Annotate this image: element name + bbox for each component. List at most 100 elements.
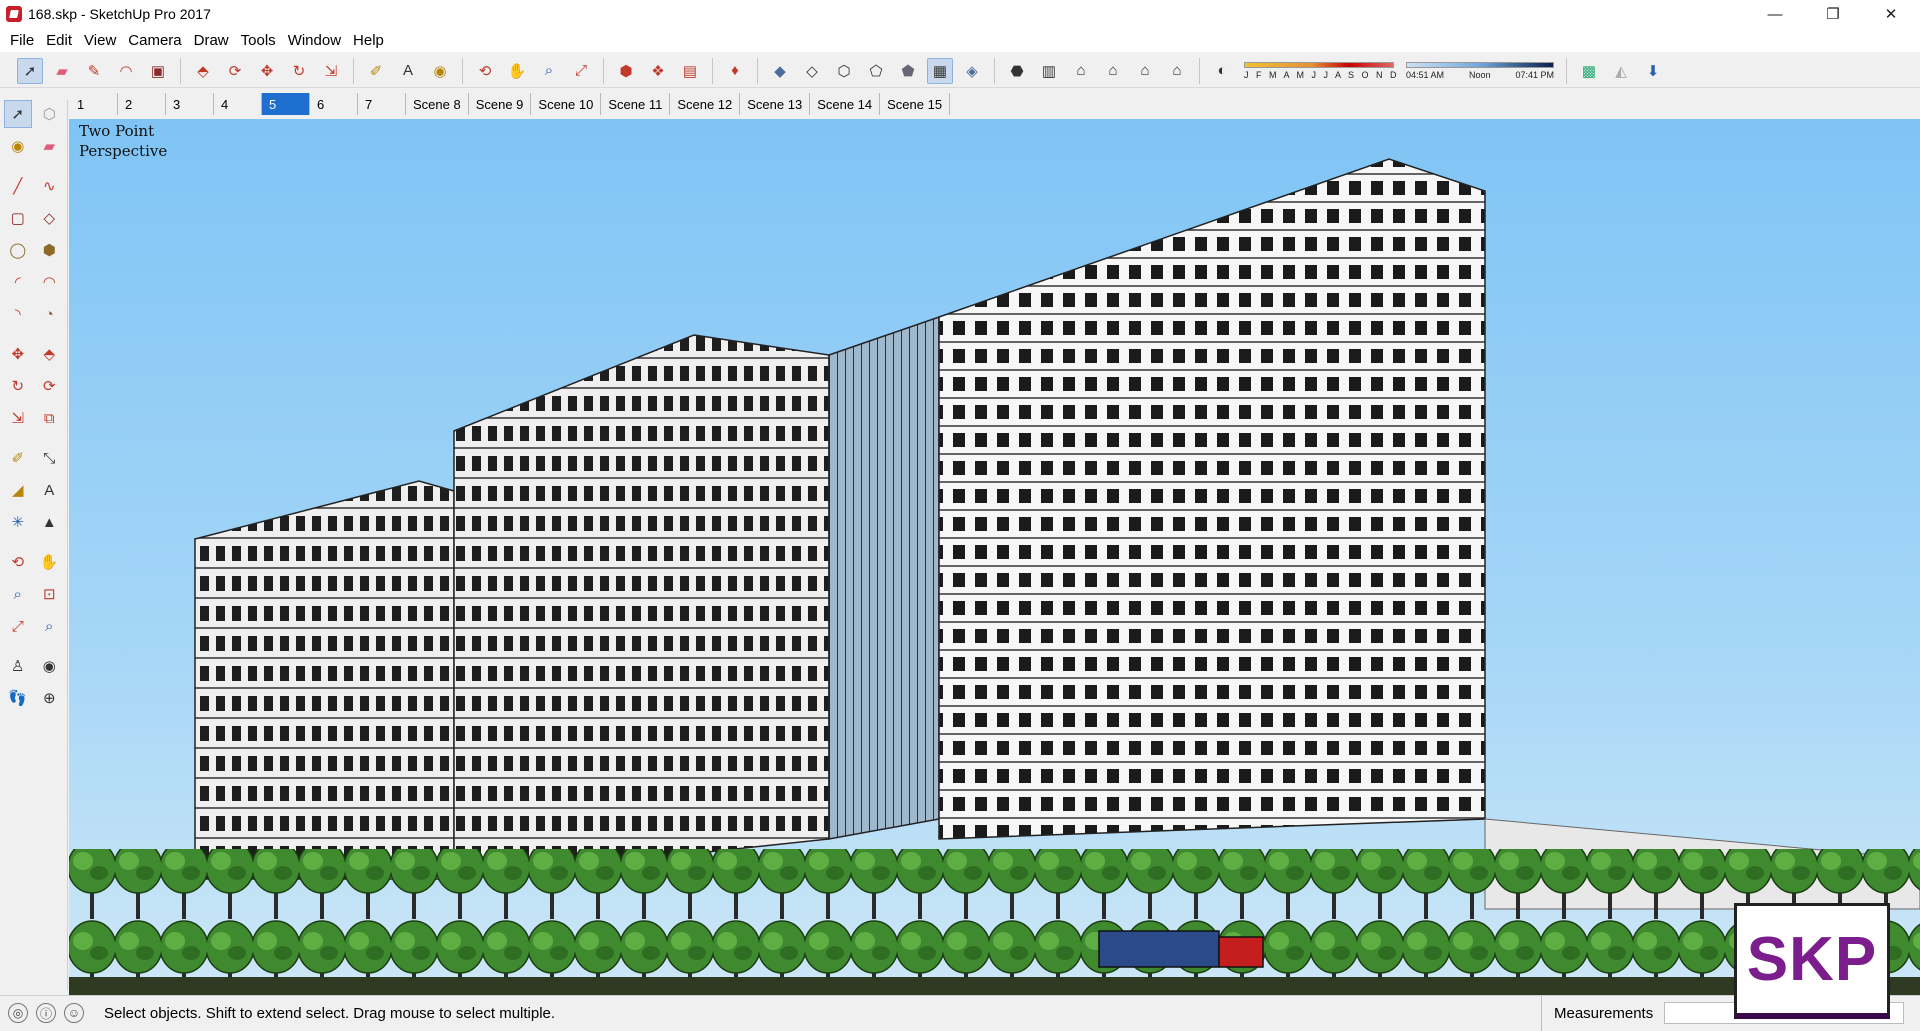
monochrome-style-icon[interactable]: ◈ xyxy=(959,58,985,84)
extension-warehouse-icon[interactable]: ▤ xyxy=(677,58,703,84)
select-tool-icon[interactable]: ➚ xyxy=(17,57,43,84)
axes-tool-icon[interactable]: ✳ xyxy=(4,508,32,536)
toggle-terrain-icon[interactable]: ◭ xyxy=(1608,58,1634,84)
pan-icon[interactable]: ✋ xyxy=(36,548,64,576)
geo-location-icon[interactable]: ◎ xyxy=(8,1003,28,1023)
scene-tab[interactable]: 3 xyxy=(166,93,214,115)
two-point-arc-icon[interactable]: ◠ xyxy=(36,268,64,296)
scene-tab[interactable]: 4 xyxy=(214,93,262,115)
arc-tool-icon[interactable]: ◠ xyxy=(113,58,139,84)
top-view-icon[interactable]: ▥ xyxy=(1036,58,1062,84)
wireframe-style-icon[interactable]: ⬡ xyxy=(831,58,857,84)
menu-tools[interactable]: Tools xyxy=(235,32,282,49)
back-edges-style-icon[interactable]: ◇ xyxy=(799,58,825,84)
user-account-icon[interactable]: ☺ xyxy=(64,1003,84,1023)
close-button[interactable]: ✕ xyxy=(1862,0,1920,28)
follow-me-icon[interactable]: ⟳ xyxy=(36,372,64,400)
protractor-icon[interactable]: ◢ xyxy=(4,476,32,504)
scene-tab-active[interactable]: 5 xyxy=(262,93,310,115)
arc-tool-icon[interactable]: ◜ xyxy=(4,268,32,296)
orbit-icon[interactable]: ⟲ xyxy=(472,58,498,84)
dimension-tool-icon[interactable]: ⤡ xyxy=(36,444,64,472)
pan-icon[interactable]: ✋ xyxy=(504,58,530,84)
shadow-time-slider[interactable]: 04:51 AM Noon 07:41 PM xyxy=(1406,61,1554,80)
menu-window[interactable]: Window xyxy=(282,32,347,49)
text-tool-icon[interactable]: A xyxy=(395,58,421,84)
move-tool-icon[interactable]: ✥ xyxy=(254,58,280,84)
front-view-icon[interactable]: ⌂ xyxy=(1068,58,1094,84)
circle-tool-icon[interactable]: ◯ xyxy=(4,236,32,264)
month-slider-track[interactable] xyxy=(1244,61,1394,68)
minimize-button[interactable]: — xyxy=(1746,0,1804,28)
orbit-icon[interactable]: ⟲ xyxy=(4,548,32,576)
scene-tab[interactable]: 6 xyxy=(310,93,358,115)
scene-tab[interactable]: Scene 9 xyxy=(469,93,532,115)
rotate-tool-icon[interactable]: ↻ xyxy=(4,372,32,400)
time-slider-track[interactable] xyxy=(1406,61,1554,68)
credits-icon[interactable]: ⓘ xyxy=(36,1003,56,1023)
iso-view-icon[interactable]: ⬣ xyxy=(1004,58,1030,84)
scene-tab[interactable]: Scene 8 xyxy=(406,93,469,115)
eraser-tool-icon[interactable]: ▰ xyxy=(36,132,64,160)
shaded-style-icon[interactable]: ⬟ xyxy=(895,58,921,84)
previous-view-icon[interactable]: ⌕ xyxy=(36,612,64,640)
select-tool-icon[interactable]: ➚ xyxy=(4,100,32,128)
zoom-icon[interactable]: ⌕ xyxy=(4,580,32,608)
section-plane-icon[interactable]: ⊕ xyxy=(36,684,64,712)
model-viewport[interactable]: Two Point Perspective xyxy=(69,119,1920,995)
menu-help[interactable]: Help xyxy=(347,32,390,49)
scale-tool-icon[interactable]: ⇲ xyxy=(318,58,344,84)
hidden-line-style-icon[interactable]: ⬠ xyxy=(863,58,889,84)
left-view-icon[interactable]: ⌂ xyxy=(1164,58,1190,84)
scene-tab[interactable]: Scene 12 xyxy=(670,93,741,115)
add-location-icon[interactable]: ▩ xyxy=(1576,58,1602,84)
follow-me-icon[interactable]: ⟳ xyxy=(222,58,248,84)
scene-tab[interactable]: Scene 10 xyxy=(531,93,602,115)
scene-tab[interactable]: Scene 15 xyxy=(880,93,951,115)
eraser-tool-icon[interactable]: ▰ xyxy=(49,58,75,84)
back-view-icon[interactable]: ⌂ xyxy=(1132,58,1158,84)
xray-style-icon[interactable]: ◆ xyxy=(767,58,793,84)
pencil-tool-icon[interactable]: ✎ xyxy=(81,58,107,84)
three-point-arc-icon[interactable]: ◝ xyxy=(4,300,32,328)
menu-camera[interactable]: Camera xyxy=(122,32,187,49)
scene-tab[interactable]: Scene 11 xyxy=(601,93,671,115)
warehouse-icon[interactable]: ⬢ xyxy=(613,58,639,84)
menu-view[interactable]: View xyxy=(78,32,122,49)
components-icon[interactable]: ❖ xyxy=(645,58,671,84)
zoom-icon[interactable]: ⌕ xyxy=(536,58,562,84)
right-view-icon[interactable]: ⌂ xyxy=(1100,58,1126,84)
freehand-tool-icon[interactable]: ∿ xyxy=(36,172,64,200)
polygon-tool-icon[interactable]: ⬢ xyxy=(36,236,64,264)
zoom-window-icon[interactable]: ⊡ xyxy=(36,580,64,608)
rectangle-tool-icon[interactable]: ▢ xyxy=(4,204,32,232)
paint-bucket-icon[interactable]: ◉ xyxy=(427,58,453,84)
zoom-extents-icon[interactable]: ⤢ xyxy=(568,58,594,84)
rotated-rectangle-icon[interactable]: ◇ xyxy=(36,204,64,232)
shape-tool-icon[interactable]: ▣ xyxy=(145,58,171,84)
text-tool-icon[interactable]: A xyxy=(36,476,64,504)
tape-measure-icon[interactable]: ✐ xyxy=(4,444,32,472)
photo-textures-icon[interactable]: ⬇ xyxy=(1640,58,1666,84)
rotate-tool-icon[interactable]: ↻ xyxy=(286,58,312,84)
look-around-icon[interactable]: ◉ xyxy=(36,652,64,680)
menu-file[interactable]: File xyxy=(4,32,40,49)
push-pull-icon[interactable]: ⬘ xyxy=(190,58,216,84)
paint-bucket-icon[interactable]: ◉ xyxy=(4,132,32,160)
zoom-extents-icon[interactable]: ⤢ xyxy=(4,612,32,640)
position-camera-icon[interactable]: ♙ xyxy=(4,652,32,680)
scene-tab[interactable]: Scene 13 xyxy=(740,93,811,115)
push-pull-icon[interactable]: ⬘ xyxy=(36,340,64,368)
menu-draw[interactable]: Draw xyxy=(188,32,235,49)
scale-tool-icon[interactable]: ⇲ xyxy=(4,404,32,432)
tape-measure-icon[interactable]: ✐ xyxy=(363,58,389,84)
make-component-icon[interactable]: ⬡ xyxy=(36,100,63,128)
shaded-textures-style-icon[interactable]: ▦ xyxy=(927,57,953,84)
three-d-text-icon[interactable]: ▲ xyxy=(36,508,64,536)
menu-edit[interactable]: Edit xyxy=(40,32,78,49)
shadows-toggle-icon[interactable]: ◐ xyxy=(1209,58,1235,84)
offset-tool-icon[interactable]: ⧉ xyxy=(36,404,64,432)
maximize-button[interactable]: ❐ xyxy=(1804,0,1862,28)
scene-tab[interactable]: 1 xyxy=(70,93,118,115)
walk-tool-icon[interactable]: 👣 xyxy=(4,684,32,712)
